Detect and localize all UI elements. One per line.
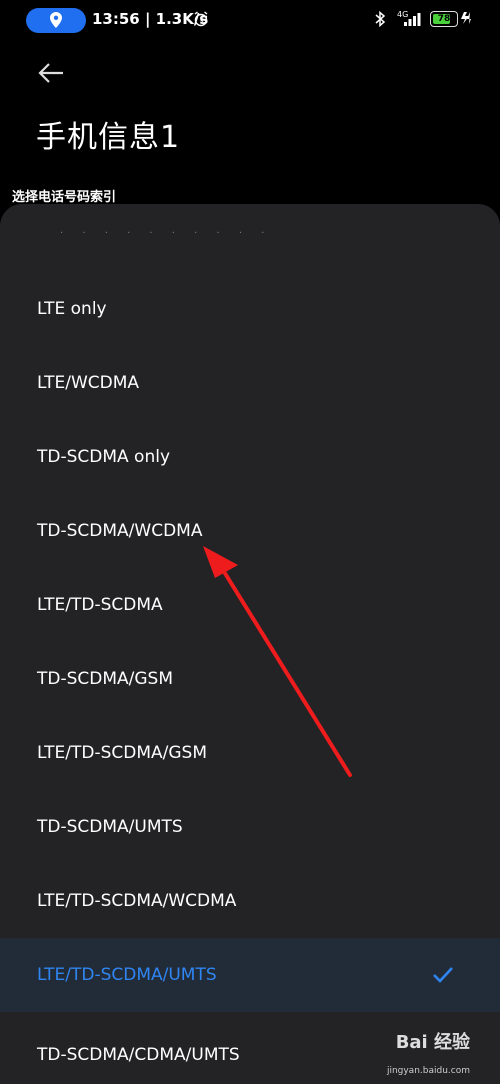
option-label: TD-SCDMA/CDMA/UMTS [37,1045,240,1065]
watermark-logo: Bai 经验 [395,1032,470,1053]
watermark-url: jingyan.baidu.com [386,1066,470,1076]
option-label: TD-SCDMA/GSM [37,669,174,689]
option-label: LTE/TD-SCDMA/UMTS [37,965,217,985]
option-label: LTE/TD-SCDMA/WCDMA [37,891,237,911]
location-indicator[interactable] [26,8,86,33]
option-item[interactable]: TD-SCDMA/GSM [0,642,500,716]
option-item[interactable]: TD-SCDMA/WCDMA [0,494,500,568]
option-item[interactable]: TD-SCDMA/UMTS [0,790,500,864]
option-item[interactable]: LTE/TD-SCDMA/GSM [0,716,500,790]
option-item-selected[interactable]: LTE/TD-SCDMA/UMTS [0,938,500,1012]
option-label: LTE/WCDMA [37,373,140,393]
option-label: TD-SCDMA only [37,447,171,467]
section-label: 选择电话号码索引 [12,190,117,205]
option-item[interactable]: TD-SCDMA only [0,420,500,494]
option-label: LTE only [37,299,107,319]
bluetooth-icon [375,11,386,27]
option-item[interactable]: LTE/WCDMA [0,346,500,420]
battery-icon: 78 [430,11,458,27]
option-label: LTE/TD-SCDMA/GSM [37,743,207,763]
signal-icon [404,13,421,26]
battery-percent: 78 [437,14,451,24]
option-item[interactable]: LTE only [0,272,500,346]
option-item[interactable]: LTE/TD-SCDMA/WCDMA [0,864,500,938]
option-label: LTE/TD-SCDMA [37,595,163,615]
alarm-icon [194,11,208,27]
page-title: 手机信息1 [36,120,181,155]
checkmark-icon [433,967,453,983]
back-arrow-icon[interactable] [36,58,66,88]
option-label: TD-SCDMA/UMTS [37,817,183,837]
status-bar: 13:56 | 1.3K/s 4G 78 [0,0,500,40]
location-icon [50,12,62,28]
option-item[interactable]: LTE/TD-SCDMA [0,568,500,642]
status-time-speed: 13:56 | 1.3K/s [92,10,209,28]
partial-option-top: · · · · · · · · · · [60,228,273,234]
option-label: TD-SCDMA/WCDMA [37,521,203,541]
charging-icon [461,12,471,24]
network-type-sheet: · · · · · · · · · · LTE only LTE/WCDMA TD-… [0,204,500,1084]
